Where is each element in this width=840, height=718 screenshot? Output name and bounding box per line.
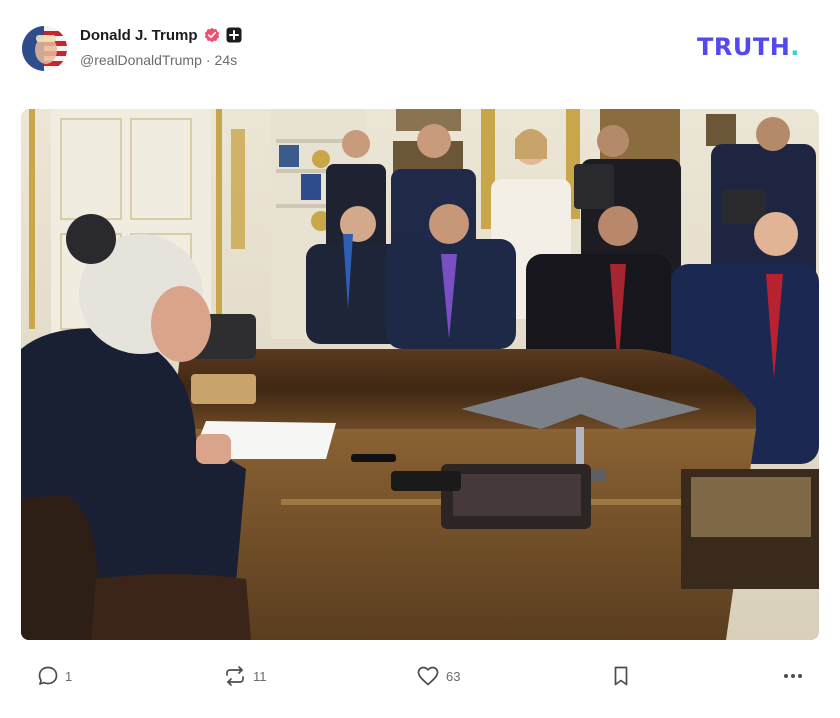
reply-bubble-icon [38, 666, 58, 685]
bookmark-button[interactable] [610, 658, 632, 694]
reply-count: 1 [65, 668, 73, 684]
post-image[interactable] [21, 109, 819, 640]
oval-office-photo-icon [21, 109, 819, 640]
retruth-arrows-icon [226, 666, 244, 686]
reply-button[interactable]: 1 [37, 658, 72, 694]
plus-badge-icon [226, 27, 242, 43]
author-handle[interactable]: @realDonaldTrump [80, 52, 202, 68]
retruth-count: 11 [253, 668, 267, 684]
author-handle-row: @realDonaldTrump · 24s [80, 52, 237, 68]
heart-icon [417, 666, 439, 686]
like-count: 63 [446, 668, 461, 684]
truth-social-logo[interactable]: TRUTH. [697, 33, 800, 61]
post-header: Donald J. Trump @realDonaldTrump · 24s T… [0, 0, 840, 100]
logo-dot: . [790, 33, 800, 61]
author-display-name[interactable]: Donald J. Trump [80, 27, 198, 44]
retruth-button[interactable]: 11 [223, 658, 267, 694]
author-name-row: Donald J. Trump [80, 25, 242, 45]
verified-badge-icon [204, 27, 220, 43]
more-horizontal-icon [784, 674, 802, 678]
more-options-button[interactable] [781, 658, 805, 694]
post-action-bar: 1 11 63 [0, 658, 840, 694]
post-timestamp[interactable]: 24s [215, 52, 238, 68]
like-button[interactable]: 63 [416, 658, 460, 694]
avatar[interactable] [22, 26, 67, 71]
avatar-flag-icon [22, 26, 67, 71]
bookmark-icon [614, 666, 628, 686]
logo-text: TRUTH [697, 33, 791, 61]
meta-separator: · [205, 52, 211, 68]
